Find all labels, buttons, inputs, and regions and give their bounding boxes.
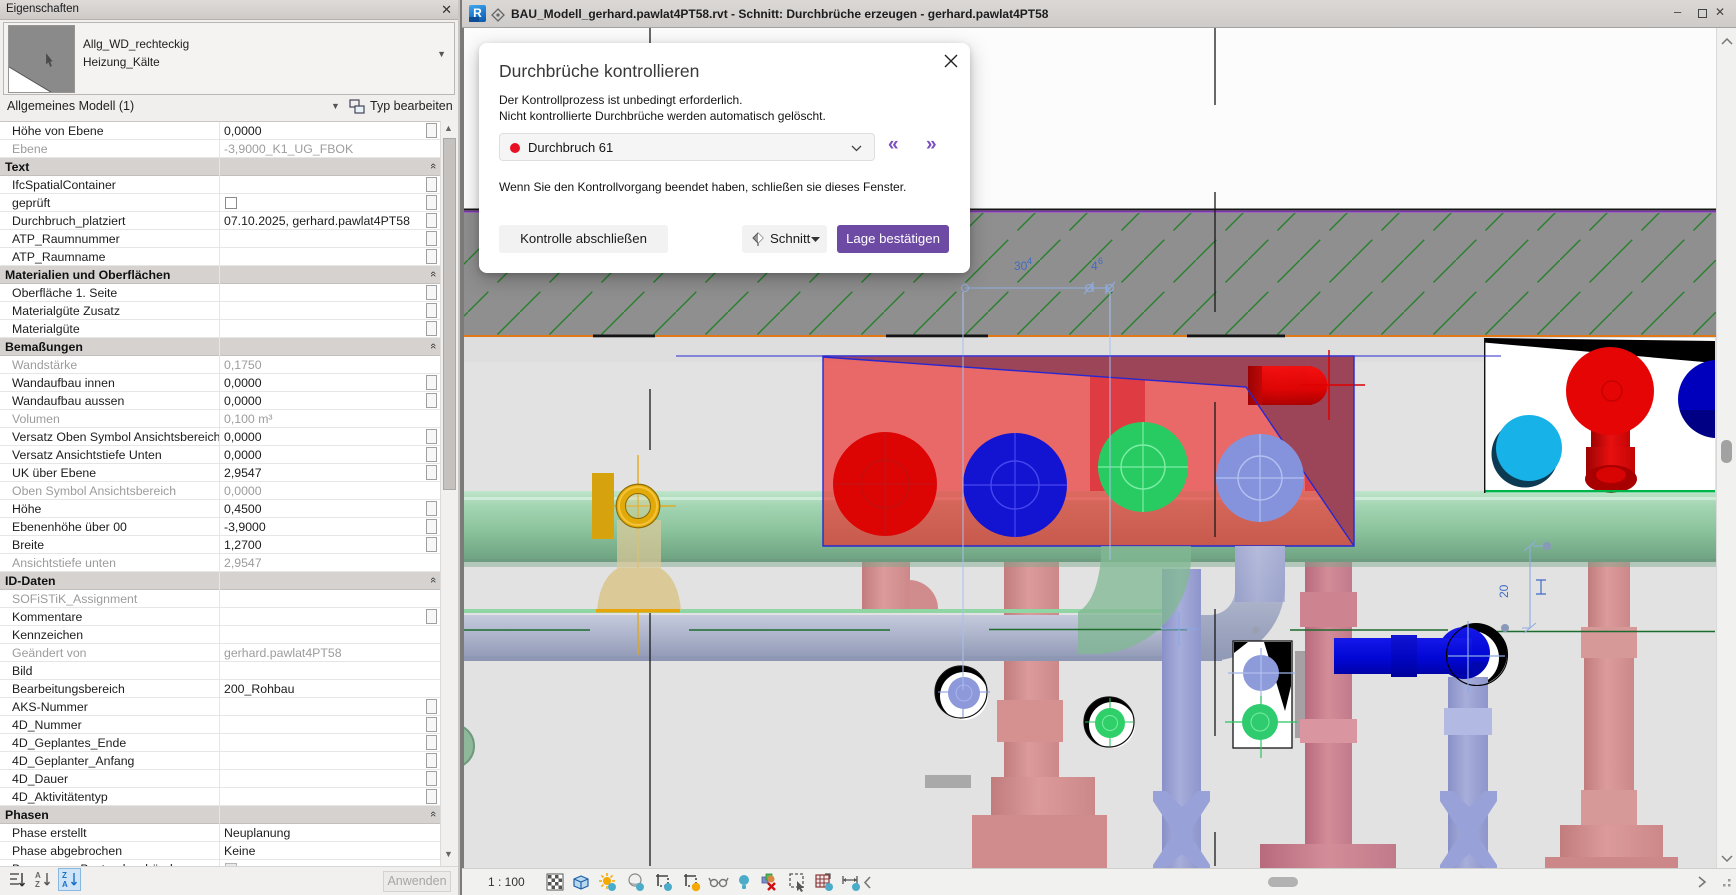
svg-text:4: 4	[1027, 256, 1032, 266]
svg-text:30: 30	[1014, 259, 1028, 273]
svg-text:20: 20	[1497, 584, 1511, 598]
svg-text:6: 6	[1098, 256, 1103, 266]
svg-text:Z: Z	[62, 871, 67, 880]
svg-text:A: A	[35, 871, 41, 880]
svg-text:4: 4	[1091, 259, 1098, 273]
svg-text:Z: Z	[35, 880, 40, 889]
svg-text:A: A	[62, 880, 68, 889]
